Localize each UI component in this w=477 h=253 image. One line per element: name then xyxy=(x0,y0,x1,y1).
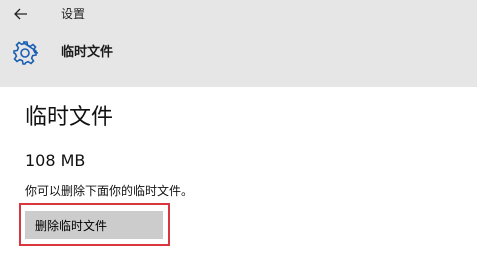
header: 设置 临时文件 xyxy=(0,0,477,87)
delete-temp-files-button[interactable]: 删除临时文件 xyxy=(25,211,163,239)
main-content: 临时文件 108 MB 你可以删除下面你的临时文件。 删除临时文件 xyxy=(0,87,477,253)
window-title: 设置 xyxy=(61,7,86,21)
section-title: 临时文件 xyxy=(25,105,114,130)
back-button[interactable] xyxy=(11,5,31,23)
page-header-title: 临时文件 xyxy=(61,45,114,60)
temp-files-size: 108 MB xyxy=(25,151,86,170)
description-text: 你可以删除下面你的临时文件。 xyxy=(25,184,194,198)
settings-window: 设置 临时文件 临时文件 108 MB 你可以删除下面你的临时文件。 删除临时文… xyxy=(0,0,477,253)
arrow-left-icon xyxy=(14,8,27,20)
gear-icon xyxy=(12,40,39,66)
